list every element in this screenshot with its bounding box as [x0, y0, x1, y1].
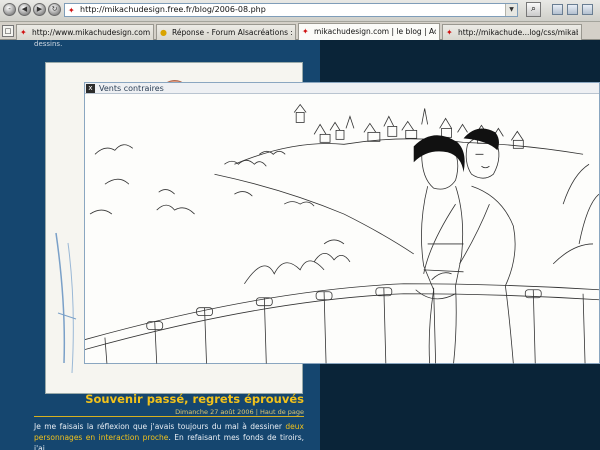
address-bar[interactable]: ✦ http://mikachudesign.free.fr/blog/2006… [64, 3, 518, 17]
forward-button[interactable]: ▶ [33, 3, 46, 16]
new-tab-icon[interactable]: □ [2, 25, 14, 37]
url-text[interactable]: http://mikachudesign.free.fr/blog/2006-0… [80, 5, 266, 14]
page-viewport: dessins. x Vents contraires Souvenir pas… [0, 40, 600, 450]
image-viewer-popup[interactable]: x Vents contraires [84, 82, 600, 364]
cut-heading: dessins. [34, 40, 63, 48]
viewer-title: Vents contraires [99, 84, 164, 93]
tab-blog[interactable]: ✦ mikachudesign.com | le blog | Août 200… [298, 23, 440, 40]
article-body: Je me faisais la réflexion que j'avais t… [34, 421, 304, 450]
tab-forum[interactable]: ● Réponse - Forum Alsacréations : CSS et… [156, 24, 296, 40]
tab-css[interactable]: ✦ http://mikachude...log/css/mikablog.cs… [442, 24, 582, 40]
body-text: Je me faisais la réflexion que j'avais t… [34, 422, 286, 431]
tab-label: http://mikachude...log/css/mikablog.css [458, 28, 578, 37]
tab-label: http://www.mikachudesign.com [32, 28, 150, 37]
maximize-button[interactable] [567, 4, 578, 15]
article-meta[interactable]: Dimanche 27 août 2006 | Haut de page [175, 408, 304, 416]
back-button[interactable]: ◀ [18, 3, 31, 16]
chevron-down-icon[interactable]: ▼ [505, 4, 517, 16]
browser-toolbar: - ◀ ▶ ↻ ✦ http://mikachudesign.free.fr/b… [0, 0, 600, 22]
maple-leaf-icon: ✦ [20, 28, 27, 37]
sketch-illustration [85, 103, 599, 364]
zoom-out-icon[interactable]: - [3, 3, 16, 16]
close-window-button[interactable] [582, 4, 593, 15]
reload-button[interactable]: ↻ [48, 3, 61, 16]
search-icon[interactable]: ⌕ [526, 2, 541, 17]
tab-mikachudesign[interactable]: ✦ http://www.mikachudesign.com [16, 24, 154, 40]
close-icon[interactable]: x [86, 84, 95, 93]
article-title[interactable]: Souvenir passé, regrets éprouvés [85, 392, 304, 406]
minimize-button[interactable] [552, 4, 563, 15]
maple-leaf-icon: ✦ [68, 6, 75, 15]
tab-label: mikachudesign.com | le blog | Août 2006 [314, 27, 436, 36]
forum-icon: ● [160, 28, 167, 37]
tab-bar: □ ✦ http://www.mikachudesign.com ● Répon… [0, 22, 600, 40]
maple-leaf-icon: ✦ [302, 27, 309, 36]
maple-leaf-icon: ✦ [446, 28, 453, 37]
tab-label: Réponse - Forum Alsacréations : CSS et .… [172, 28, 292, 37]
divider [34, 416, 304, 417]
viewer-title-bar: x Vents contraires [85, 83, 599, 94]
